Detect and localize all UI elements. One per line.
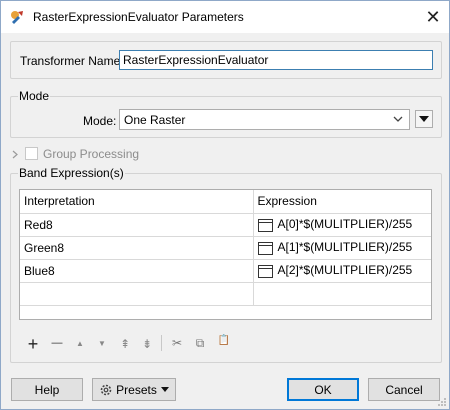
close-button[interactable]: ✕ [417, 1, 449, 33]
toolbar-divider [161, 335, 162, 351]
chevron-right-icon[interactable] [12, 150, 18, 159]
interpretation-cell[interactable]: Green8 [20, 236, 254, 260]
chevron-down-icon [393, 116, 403, 122]
transformer-name-group: Transformer Name: RasterExpressionEvalua… [10, 41, 442, 79]
move-down-icon[interactable]: ▼ [94, 339, 110, 348]
interpretation-cell[interactable]: Red8 [20, 213, 254, 237]
remove-row-icon[interactable]: — [49, 337, 65, 349]
transformer-app-icon [11, 11, 23, 24]
gear-icon [100, 384, 112, 395]
expression-cell[interactable]: A[1]*$(MULITPLIER)/255 [253, 236, 431, 260]
column-header-expression[interactable]: Expression [253, 190, 431, 214]
expression-editor-icon[interactable] [257, 241, 273, 255]
triangle-down-icon [419, 116, 429, 122]
expression-cell-empty[interactable] [253, 282, 431, 306]
band-section-title: Band Expression(s) [18, 166, 125, 180]
close-icon: ✕ [425, 6, 441, 27]
title-bar: RasterExpressionEvaluator Parameters ✕ [1, 1, 449, 33]
copy-icon[interactable]: ⧉ [192, 336, 208, 351]
expression-text: A[0]*$(MULITPLIER)/255 [277, 217, 413, 232]
table-row-empty[interactable] [20, 282, 431, 306]
move-to-bottom-icon[interactable]: ⇟ [139, 337, 155, 351]
cancel-button[interactable]: Cancel [368, 378, 440, 401]
resize-grip-icon[interactable] [437, 397, 447, 407]
cut-icon[interactable]: ✂ [169, 336, 185, 350]
transformer-name-label: Transformer Name: [20, 54, 124, 68]
triangle-down-icon [160, 387, 169, 392]
band-expression-table: Interpretation Expression Red8 A[0]*$(MU… [19, 189, 432, 320]
band-expressions-group: Interpretation Expression Red8 A[0]*$(MU… [10, 173, 442, 363]
mode-section-title: Mode [18, 89, 51, 103]
mode-value: One Raster [124, 113, 186, 127]
table-header-row: Interpretation Expression [20, 190, 431, 214]
mode-group: Mode: One Raster [10, 96, 442, 138]
move-up-icon[interactable]: ▲ [72, 339, 88, 348]
mode-menu-button[interactable] [415, 110, 433, 128]
ok-button[interactable]: OK [287, 378, 359, 401]
dialog-window: RasterExpressionEvaluator Parameters ✕ T… [0, 0, 450, 410]
mode-dropdown[interactable]: One Raster [119, 109, 410, 130]
add-row-icon[interactable]: + [25, 334, 41, 355]
expression-cell[interactable]: A[0]*$(MULITPLIER)/255 [253, 213, 431, 237]
interpretation-cell[interactable]: Blue8 [20, 259, 254, 283]
group-processing-label: Group Processing [43, 147, 140, 161]
expression-text: A[1]*$(MULITPLIER)/255 [277, 240, 413, 255]
move-to-top-icon[interactable]: ⇞ [117, 337, 133, 351]
paste-icon[interactable]: 📋 [216, 335, 232, 346]
expression-text: A[2]*$(MULITPLIER)/255 [277, 263, 413, 278]
column-header-interpretation[interactable]: Interpretation [20, 190, 254, 214]
group-processing-row: Group Processing [12, 147, 152, 163]
mode-label: Mode: [83, 114, 117, 128]
table-row[interactable]: Red8 A[0]*$(MULITPLIER)/255 [20, 213, 431, 237]
transformer-name-input[interactable]: RasterExpressionEvaluator [119, 50, 433, 70]
help-button[interactable]: Help [11, 378, 83, 401]
table-row[interactable]: Blue8 A[2]*$(MULITPLIER)/255 [20, 259, 431, 283]
presets-button[interactable]: Presets [92, 378, 176, 401]
expression-editor-icon[interactable] [257, 218, 273, 232]
expression-editor-icon[interactable] [257, 264, 273, 278]
interpretation-cell-empty[interactable] [20, 282, 254, 306]
presets-label: Presets [116, 382, 157, 397]
group-processing-checkbox[interactable] [25, 147, 38, 160]
window-title: RasterExpressionEvaluator Parameters [33, 10, 244, 24]
table-row[interactable]: Green8 A[1]*$(MULITPLIER)/255 [20, 236, 431, 260]
expression-cell[interactable]: A[2]*$(MULITPLIER)/255 [253, 259, 431, 283]
